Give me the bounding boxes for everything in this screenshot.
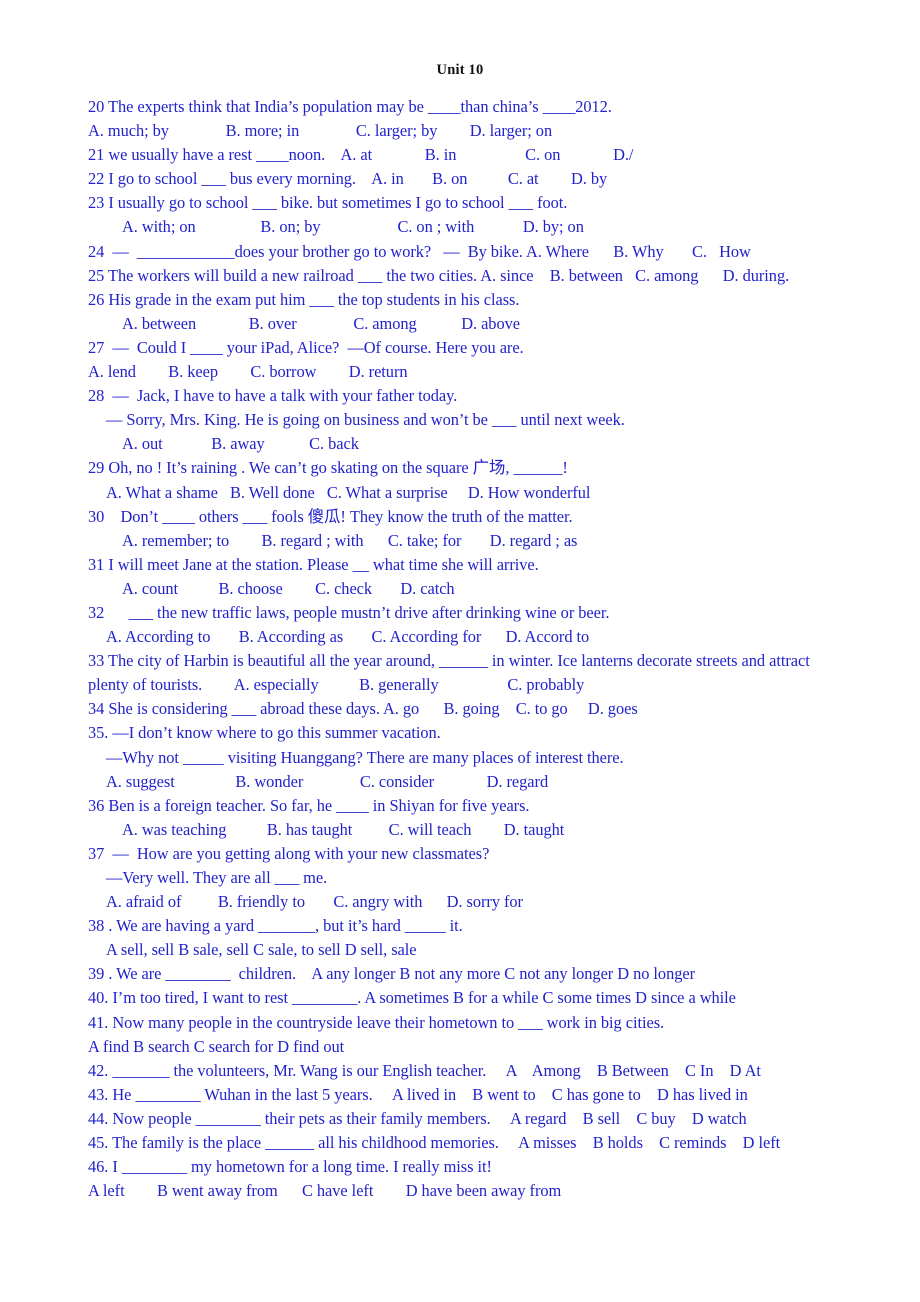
q28-reply: — Sorry, Mrs. King. He is going on busin…: [106, 410, 625, 430]
q28-options: A. out B. away C. back: [122, 434, 359, 454]
q25: 25 The workers will build a new railroad…: [88, 265, 790, 285]
q27-options: A. lend B. keep C. borrow D. return: [88, 362, 408, 382]
q37-stem: 37 — How are you getting along with your…: [88, 843, 490, 863]
q24: 24 — ____________does your brother go to…: [88, 241, 751, 261]
q26-options: A. between B. over C. among D. above: [122, 313, 520, 333]
q21: 21 we usually have a rest ____noon. A. a…: [88, 145, 634, 165]
q23-stem: 23 I usually go to school ___ bike. but …: [88, 193, 568, 213]
q41-stem: 41. Now many people in the countryside l…: [88, 1012, 665, 1032]
q32-stem: 32 ___ the new traffic laws, people must…: [88, 602, 610, 622]
q35-options: A. suggest B. wonder C. consider D. rega…: [106, 771, 549, 791]
q37-reply: —Very well. They are all ___ me.: [106, 868, 328, 887]
q36-stem: 36 Ben is a foreign teacher. So far, he …: [88, 795, 530, 815]
q43: 43. He ________ Wuhan in the last 5 year…: [88, 1084, 748, 1104]
q45: 45. The family is the place ______ all h…: [88, 1133, 781, 1153]
q29-stem: 29 Oh, no ! It’s raining . We can’t go s…: [88, 458, 568, 478]
q34: 34 She is considering ___ abroad these d…: [88, 699, 638, 719]
q26-stem: 26 His grade in the exam put him ___ the…: [88, 289, 520, 309]
q30-options: A. remember; to B. regard ; with C. take…: [122, 530, 578, 550]
q22: 22 I go to school ___ bus every morning.…: [88, 169, 608, 189]
q38-options: A sell, sell B sale, sell C sale, to sel…: [106, 940, 417, 960]
q46-stem: 46. I ________ my hometown for a long ti…: [88, 1157, 492, 1177]
q38-stem: 38 . We are having a yard _______, but i…: [88, 916, 463, 936]
q20-stem: 20 The experts think that India’s popula…: [88, 97, 612, 116]
q23-options: A. with; on B. on; by C. on ; with D. by…: [122, 217, 584, 237]
q46-options: A left B went away from C have left D ha…: [88, 1181, 562, 1201]
q42: 42. _______ the volunteers, Mr. Wang is …: [88, 1060, 761, 1080]
q44: 44. Now people ________ their pets as th…: [88, 1108, 747, 1128]
q33-stem: 33 The city of Harbin is beautiful all t…: [88, 651, 810, 671]
q31-stem: 31 I will meet Jane at the station. Plea…: [88, 554, 539, 574]
q20-options: A. much; by B. more; in C. larger; by D.…: [88, 121, 553, 141]
q31-options: A. count B. choose C. check D. catch: [122, 578, 455, 598]
worksheet-page: Unit 10 20 The experts think that India’…: [0, 0, 920, 1302]
q37-options: A. afraid of B. friendly to C. angry wit…: [106, 892, 523, 912]
question-list: 20 The experts think that India’s popula…: [0, 79, 920, 1203]
q41-options: A find B search C search for D find out: [88, 1036, 345, 1056]
q36-options: A. was teaching B. has taught C. will te…: [122, 819, 565, 839]
q40: 40. I’m too tired, I want to rest ______…: [88, 988, 736, 1008]
q39: 39 . We are ________ children. A any lon…: [88, 964, 695, 984]
q33-cont: plenty of tourists. A. especially B. gen…: [88, 675, 585, 695]
q29-options: A. What a shame B. Well done C. What a s…: [106, 482, 591, 502]
q27-stem: 27 — Could I ____ your iPad, Alice? —Of …: [88, 337, 524, 357]
page-title: Unit 10: [436, 62, 484, 78]
q35-reply: —Why not _____ visiting Huanggang? There…: [106, 747, 624, 767]
q28-stem: 28 — Jack, I have to have a talk with yo…: [88, 386, 458, 406]
q32-options: A. According to B. According as C. Accor…: [106, 627, 590, 647]
q35-stem: 35. —I don’t know where to go this summe…: [88, 723, 441, 743]
q30-stem: 30 Don’t ____ others ___ fools 傻瓜! They …: [88, 506, 573, 526]
